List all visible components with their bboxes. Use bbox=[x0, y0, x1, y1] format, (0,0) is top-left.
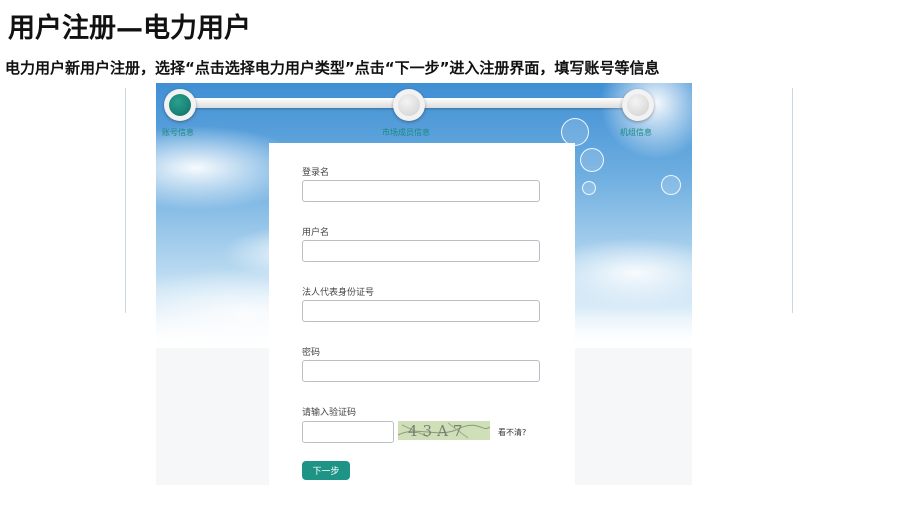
frame-divider-left bbox=[125, 88, 126, 313]
next-step-button[interactable]: 下一步 bbox=[302, 461, 350, 480]
step-3-indicator bbox=[627, 94, 649, 116]
step-1-label: 账号信息 bbox=[162, 128, 194, 137]
step-1-indicator bbox=[169, 94, 191, 116]
bubble-decoration bbox=[580, 148, 604, 172]
captcha-noise: 43A7 bbox=[398, 422, 490, 440]
bubble-decoration bbox=[582, 181, 596, 195]
bubble-decoration bbox=[661, 175, 681, 195]
captcha-text: 43A7 bbox=[408, 422, 467, 440]
step-3-dot[interactable] bbox=[622, 89, 654, 121]
page: 用户注册—电力用户 电力用户新用户注册，选择“点击选择电力用户类型”点击“下一步… bbox=[0, 0, 920, 513]
page-title: 用户注册—电力用户 bbox=[8, 13, 251, 44]
step-3-label: 机组信息 bbox=[620, 128, 652, 137]
captcha-row: 43A7 看不清? 下一步 bbox=[269, 0, 575, 513]
captcha-refresh-link[interactable]: 看不清? bbox=[498, 427, 526, 438]
frame-divider-right bbox=[792, 88, 793, 313]
captcha-input[interactable] bbox=[302, 421, 394, 443]
captcha-image[interactable]: 43A7 bbox=[398, 421, 490, 440]
step-1-dot[interactable] bbox=[164, 89, 196, 121]
